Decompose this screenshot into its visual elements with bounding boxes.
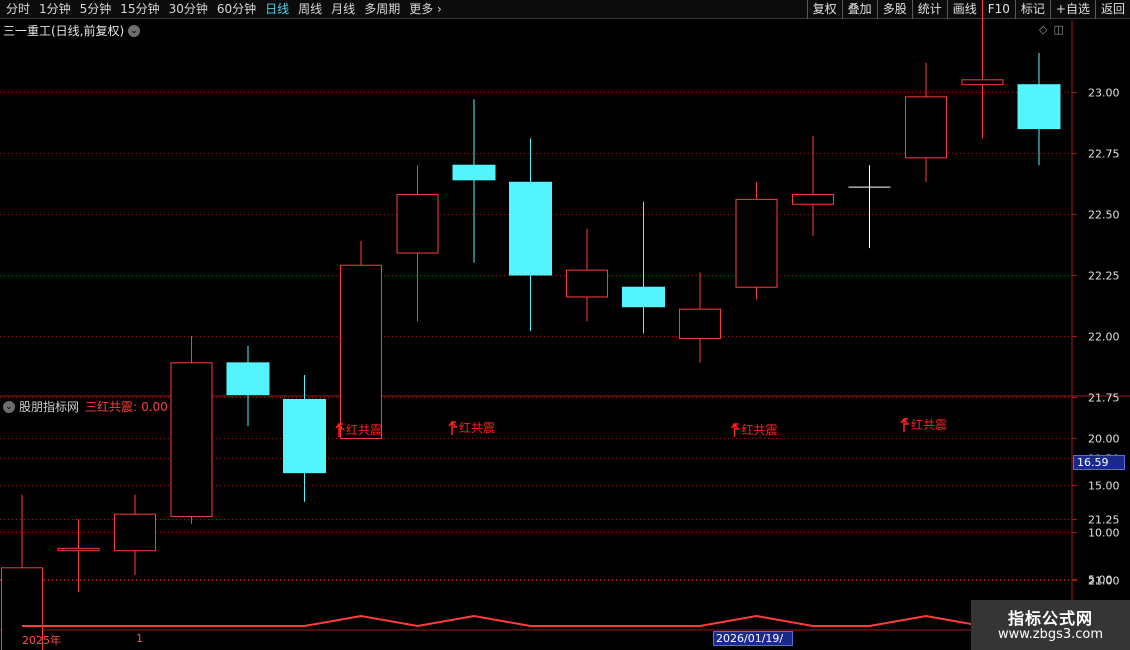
signal-label: 红共震 xyxy=(459,420,495,435)
candle-body xyxy=(566,269,608,298)
signal-marker: 红共震 xyxy=(900,417,947,432)
candle-body xyxy=(1017,84,1061,130)
y-tick-label: 23.00 xyxy=(1088,87,1120,100)
watermark: 指标公式网 www.zbgs3.com xyxy=(971,600,1130,650)
candle-body xyxy=(340,264,382,439)
candle-body xyxy=(509,181,552,276)
date-month-label: 1 xyxy=(136,632,143,645)
y-tick-label: 20.00 xyxy=(1088,433,1120,446)
candle-body xyxy=(396,193,439,254)
signal-arrow-icon xyxy=(448,420,457,435)
candle-body xyxy=(114,513,156,552)
date-cursor-label: 2026/01/19/— xyxy=(713,631,793,650)
indicator-value: 0.00 xyxy=(141,399,168,414)
candle-body xyxy=(905,96,947,159)
signal-marker: 红共震 xyxy=(448,420,495,435)
sub-chart-source: 股朋指标网 xyxy=(19,400,80,414)
y-tick-label: 22.50 xyxy=(1088,209,1120,222)
watermark-title: 指标公式网 xyxy=(1007,609,1093,628)
indicator-line xyxy=(22,614,1039,628)
candle-body xyxy=(283,398,326,474)
candle-body xyxy=(622,286,665,308)
y-tick-label: 22.75 xyxy=(1088,148,1120,161)
candles-layer xyxy=(1,0,1061,650)
signal-label: 红共震 xyxy=(911,417,947,432)
candle-body xyxy=(735,198,778,288)
annotations-layer: 23.4220.67 xyxy=(999,0,1031,2)
sub-chart-title-bar: ⌄ 股朋指标网 三红共震: 0.00 xyxy=(3,398,168,415)
candle-body xyxy=(226,362,270,396)
kline-chart[interactable]: 21.0021.2521.5021.7522.0022.2522.5022.75… xyxy=(0,0,1130,650)
signal-label: 红共震 xyxy=(742,422,778,437)
chevron-down-icon[interactable]: ⌄ xyxy=(3,400,15,413)
indicator-name: 三红共震: xyxy=(85,400,138,414)
y-tick-label: 15.00 xyxy=(1088,480,1120,493)
grid-layer xyxy=(0,20,1130,631)
y-axis-layer: 21.0021.2521.5021.7522.0022.2522.5022.75… xyxy=(1072,87,1120,588)
signal-arrow-icon xyxy=(900,417,909,432)
y-tick-label: 21.75 xyxy=(1088,392,1120,405)
current-value-tag: 16.59 xyxy=(1073,455,1125,470)
candle-body xyxy=(57,547,100,552)
watermark-url: www.zbgs3.com xyxy=(997,627,1104,642)
date-year-label: 2025年 xyxy=(22,634,61,647)
candle-body xyxy=(679,308,721,339)
y-tick-label: 10.00 xyxy=(1088,527,1120,540)
y-tick-label: 22.00 xyxy=(1088,331,1120,344)
y-tick-label: 5.00 xyxy=(1088,574,1113,587)
candle-body xyxy=(170,362,213,518)
signal-marker: 红共震 xyxy=(730,422,778,437)
y-tick-label: 21.25 xyxy=(1088,514,1120,527)
candle-body xyxy=(961,79,1004,86)
signal-arrow-icon xyxy=(730,422,740,437)
high-price-label: 23.42 xyxy=(999,0,1031,2)
candle-body xyxy=(452,164,496,181)
signal-label: 红共震 xyxy=(346,422,382,437)
y-tick-label: 22.25 xyxy=(1088,270,1120,283)
date-axis: 2025年 1 2026/01/19/— xyxy=(0,631,1130,650)
candle-body xyxy=(792,193,834,205)
